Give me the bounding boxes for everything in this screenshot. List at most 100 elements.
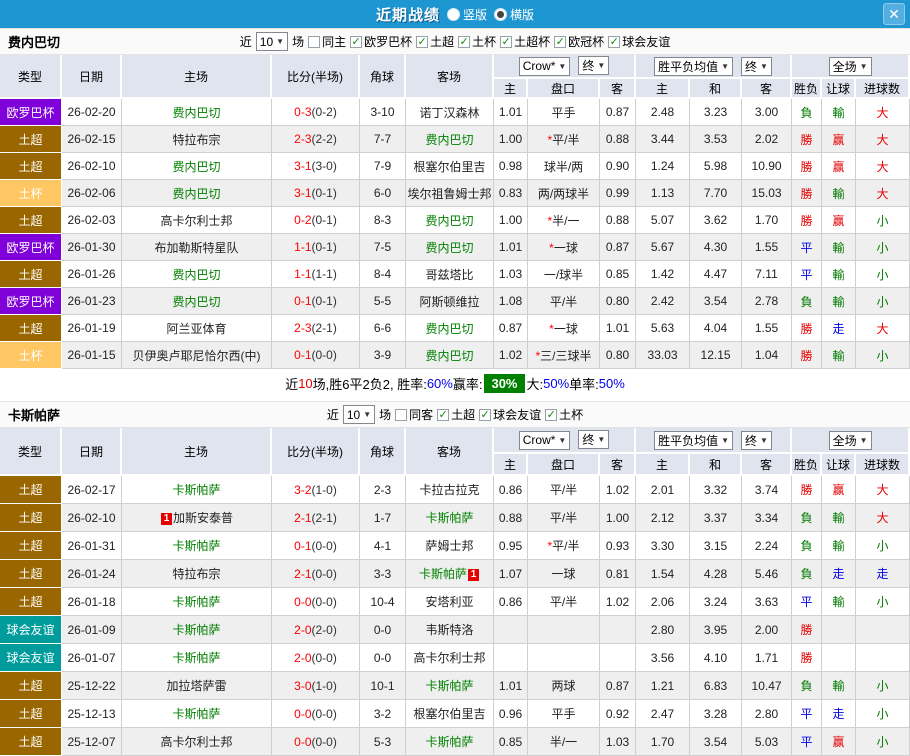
handicap: 平/半 [528, 504, 600, 532]
corners: 7-5 [360, 234, 406, 261]
column-header: 主 [494, 79, 528, 99]
layout-radio-horizontal[interactable]: 横版 [494, 6, 534, 23]
summary-text: 大: [526, 377, 544, 392]
league-badge: 土超 [0, 532, 62, 560]
final-select-2[interactable]: 终 ▼ [741, 430, 772, 450]
league-checkbox[interactable]: ✓ 球会友谊 [608, 33, 670, 50]
team-label: 卡斯帕萨 [425, 735, 474, 749]
near-count-select[interactable]: 10 ▼ [342, 405, 376, 424]
mark-label: 赢 [832, 735, 845, 749]
same-venue-checkbox[interactable]: 同客 [395, 406, 433, 423]
handicap: 一球 [528, 560, 600, 588]
final-select[interactable]: 终 ▼ [578, 56, 610, 76]
handicap-result-mark: 輸 [822, 180, 857, 207]
team-label: 安塔利亚 [425, 595, 474, 609]
section-header: 费内巴切 近 10 ▼ 场同主 ✓ 欧罗巴杯 ✓ 土超 ✓ 土杯 ✓ 土超杯 ✓ 欧冠杯 ✓ 球会友谊 [0, 28, 910, 55]
lose-avg: 3.63 [742, 588, 793, 616]
score: 2-3(2-2) [272, 126, 360, 153]
match-date: 25-12-22 [62, 672, 122, 700]
avg-select[interactable]: 胜平负均值 ▼ [654, 56, 734, 76]
league-checkbox[interactable]: ✓ 土超杯 [500, 33, 550, 50]
result-mark: 平 [792, 261, 823, 288]
mark-label: 小 [876, 735, 889, 749]
final-select-2[interactable]: 终 ▼ [741, 56, 772, 76]
same-venue-checkbox[interactable]: 同主 [308, 33, 346, 50]
team-label: 布加勒斯特星队 [154, 240, 239, 255]
column-header: 客场 [406, 55, 494, 99]
league-checkbox[interactable]: ✓ 土超 [437, 406, 475, 423]
radio-icon[interactable] [494, 7, 507, 21]
odds-selects-cell: Crow* ▼ 终 ▼ [494, 428, 637, 454]
home-odds [494, 616, 528, 644]
team-label: 根塞尔伯里吉 [413, 159, 486, 174]
checkbox-label: 同客 [409, 408, 434, 422]
filter-bar: 近 10 ▼ 场同主 ✓ 欧罗巴杯 ✓ 土超 ✓ 土杯 ✓ 土超杯 ✓ 欧冠杯 ✓ 球会友谊 [240, 32, 670, 51]
scope-select[interactable]: 全场 ▼ [828, 56, 872, 76]
chevron-down-icon: ▼ [597, 435, 606, 445]
corners: 3-2 [360, 700, 406, 728]
win-avg: 1.21 [636, 672, 691, 700]
final-select[interactable]: 终 ▼ [578, 430, 610, 450]
near-count-select[interactable]: 10 ▼ [255, 32, 289, 51]
score: 2-0(0-0) [272, 644, 360, 672]
mark-label: 勝 [800, 651, 813, 665]
goals-mark: 小 [856, 672, 910, 700]
handicap-result-mark: 走 [822, 700, 857, 728]
home-team: 费内巴切 [122, 153, 272, 180]
avg-select[interactable]: 胜平负均值 ▼ [654, 430, 734, 450]
radio-icon[interactable] [446, 7, 460, 21]
team-label: 费内巴切 [172, 186, 221, 201]
handicap-result-mark: 輸 [822, 234, 857, 261]
win-avg: 2.06 [636, 588, 691, 616]
halftime-score: (2-0) [311, 622, 337, 637]
mark-label: 小 [876, 240, 889, 255]
score: 0-0(0-0) [272, 588, 360, 616]
goals-mark: 小 [856, 288, 910, 315]
team-label: 卡斯帕萨 [425, 511, 474, 525]
select-value: 终 [582, 433, 595, 448]
fulltime-score: 0-0 [294, 706, 312, 721]
result-mark: 勝 [792, 342, 823, 369]
summary-bar: 近 10 场,胜6平2负2, 胜率: 60% 赢率: 30% 大: 50% 单率: 50% [0, 369, 910, 398]
matches-table: 类型 日期 主场 比分(半场) 角球 客场 Crow* ▼ 终 ▼ 胜平负均值 ▼ 终 ▼ 全场 ▼ 主盘口客主… [0, 55, 910, 369]
goals-mark: 走 [856, 560, 910, 588]
scope-select[interactable]: 全场 ▼ [828, 430, 872, 450]
mark-label: 勝 [800, 483, 813, 497]
home-team: 费内巴切 [122, 99, 272, 126]
column-header: 客 [742, 454, 793, 476]
league-checkbox[interactable]: ✓ 球会友谊 [479, 406, 541, 423]
home-team: 高卡尔利士邦 [122, 728, 272, 756]
win-avg: 5.67 [636, 234, 691, 261]
away-odds: 0.88 [600, 207, 637, 234]
company-select[interactable]: Crow* ▼ [518, 56, 571, 76]
halftime-score: (0-1) [311, 294, 337, 308]
mark-label: 走 [832, 707, 845, 721]
company-select[interactable]: Crow* ▼ [518, 430, 571, 450]
home-team: 费内巴切 [122, 288, 272, 315]
away-team: 费内巴切 [406, 342, 494, 369]
match-date: 26-02-15 [62, 126, 122, 153]
match-row: 土杯 26-02-06 费内巴切 3-1(0-1) 6-0 埃尔祖鲁姆士邦 0.83 两/两球… [0, 180, 910, 207]
layout-radio-vertical[interactable]: 竖版 [446, 6, 487, 23]
column-header: 日期 [62, 55, 122, 99]
team-name: 费内巴切 [8, 35, 61, 50]
close-icon[interactable]: ✕ [883, 3, 905, 25]
star-mark: * [547, 539, 553, 553]
mark-label: 輸 [832, 679, 845, 693]
summary-text: 近 [285, 377, 299, 392]
home-odds: 0.87 [494, 315, 528, 342]
league-checkbox[interactable]: ✓ 欧冠杯 [554, 33, 604, 50]
column-header: 比分(半场) [272, 55, 360, 99]
goals-mark: 大 [856, 153, 910, 180]
corners: 10-4 [360, 588, 406, 616]
league-checkbox[interactable]: ✓ 土杯 [545, 406, 583, 423]
league-badge: 欧罗巴杯 [0, 99, 62, 126]
league-checkbox[interactable]: ✓ 土超 [416, 33, 454, 50]
goals-mark: 小 [856, 728, 910, 756]
halftime-score: (0-0) [311, 650, 337, 665]
league-checkbox[interactable]: ✓ 欧罗巴杯 [350, 33, 412, 50]
home-odds: 1.00 [494, 126, 528, 153]
mark-label: 平 [800, 240, 813, 255]
win-avg: 5.63 [636, 315, 691, 342]
league-checkbox[interactable]: ✓ 土杯 [458, 33, 496, 50]
